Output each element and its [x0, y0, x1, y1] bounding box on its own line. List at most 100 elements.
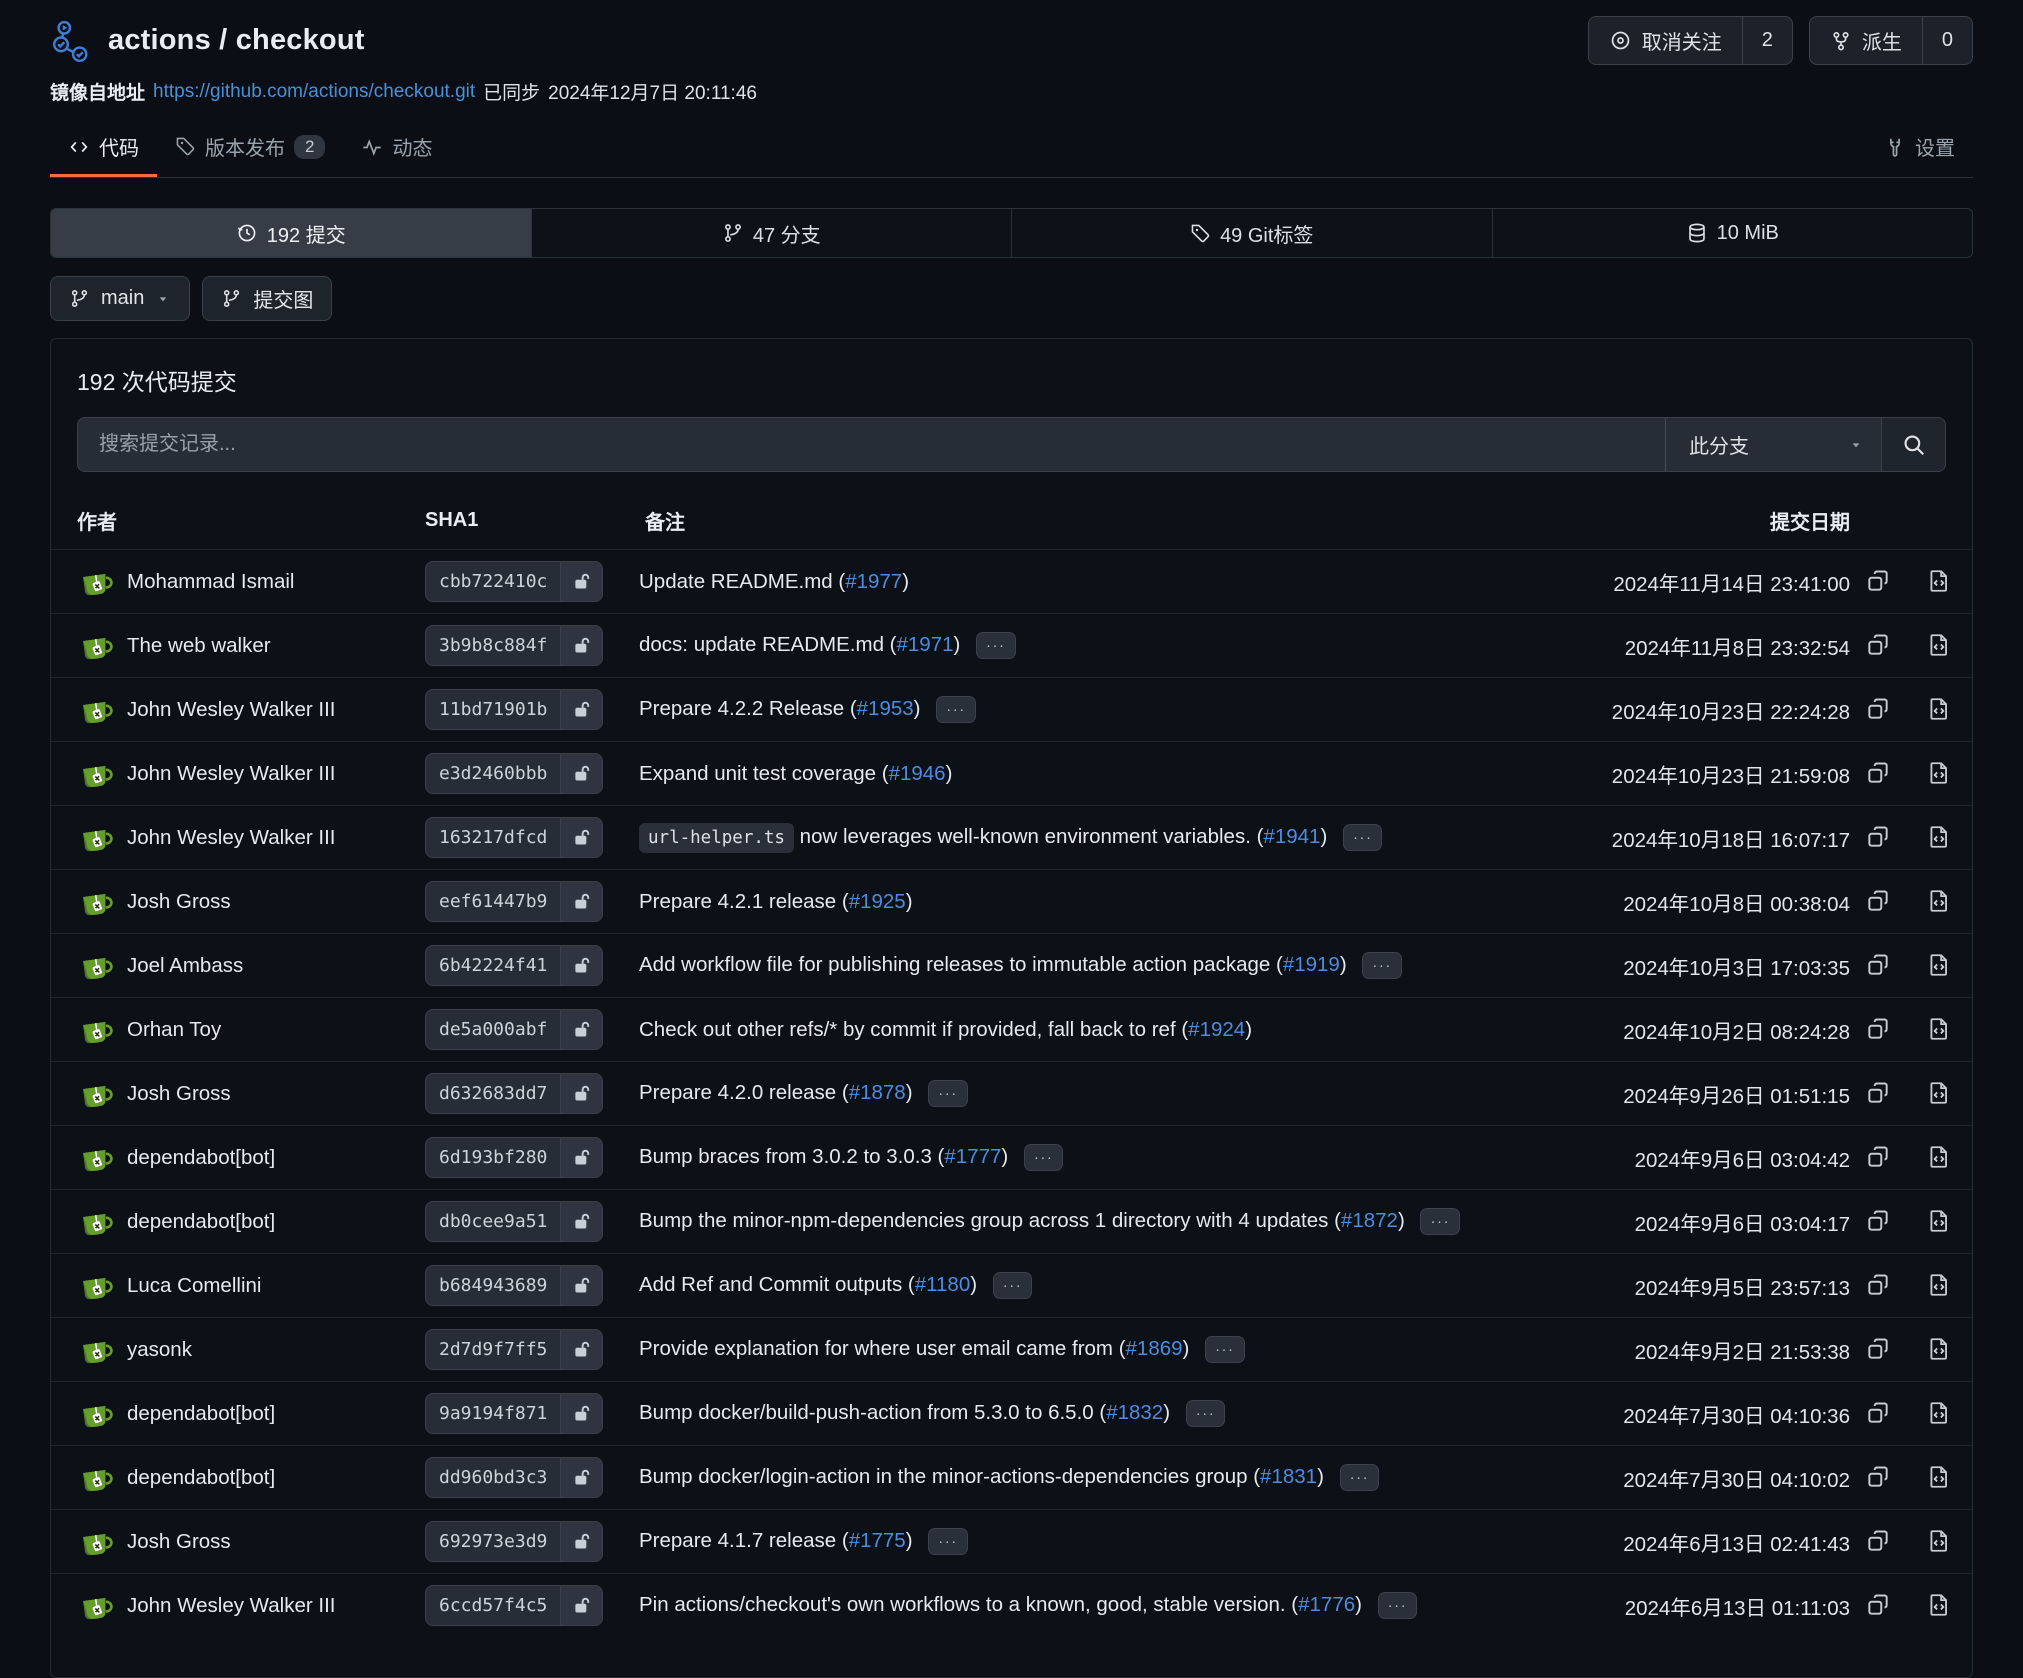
- avatar[interactable]: [77, 1203, 114, 1240]
- commit-sha[interactable]: 9a9194f871: [426, 1394, 560, 1433]
- commit-sha[interactable]: dd960bd3c3: [426, 1458, 560, 1497]
- avatar[interactable]: [77, 947, 114, 984]
- commit-sha-badge[interactable]: dd960bd3c3: [425, 1457, 603, 1498]
- copy-sha-button[interactable]: [1861, 1588, 1895, 1622]
- avatar[interactable]: [77, 1075, 114, 1112]
- copy-sha-button[interactable]: [1861, 1460, 1895, 1494]
- copy-sha-button[interactable]: [1861, 1012, 1895, 1046]
- copy-sha-button[interactable]: [1861, 1204, 1895, 1238]
- commit-more-button[interactable]: ···: [1343, 824, 1383, 851]
- browse-source-button[interactable]: [1922, 1460, 1956, 1494]
- commit-issue-link[interactable]: #1777: [944, 1145, 1001, 1168]
- avatar[interactable]: [77, 563, 114, 600]
- avatar[interactable]: [77, 883, 114, 920]
- commit-sha-badge[interactable]: db0cee9a51: [425, 1201, 603, 1242]
- copy-sha-button[interactable]: [1861, 564, 1895, 598]
- tab-releases[interactable]: 版本发布 2: [157, 119, 343, 177]
- browse-source-button[interactable]: [1922, 1140, 1956, 1174]
- commit-sha[interactable]: 163217dfcd: [426, 818, 560, 857]
- commit-issue-link[interactable]: #1872: [1341, 1209, 1398, 1232]
- commit-more-button[interactable]: ···: [1362, 952, 1402, 979]
- avatar[interactable]: [77, 1395, 114, 1432]
- commit-sha-badge[interactable]: d632683dd7: [425, 1073, 603, 1114]
- commit-sha-badge[interactable]: cbb722410c: [425, 561, 603, 602]
- commit-issue-link[interactable]: #1941: [1263, 825, 1320, 848]
- commit-issue-link[interactable]: #1776: [1298, 1593, 1355, 1616]
- copy-sha-button[interactable]: [1861, 1268, 1895, 1302]
- browse-source-button[interactable]: [1922, 1076, 1956, 1110]
- browse-source-button[interactable]: [1922, 564, 1956, 598]
- commit-more-button[interactable]: ···: [1420, 1208, 1460, 1235]
- copy-sha-button[interactable]: [1861, 1076, 1895, 1110]
- fork-button[interactable]: 派生: [1810, 17, 1922, 64]
- avatar[interactable]: [77, 1139, 114, 1176]
- commit-sha[interactable]: 6d193bf280: [426, 1138, 560, 1177]
- commit-more-button[interactable]: ···: [1186, 1400, 1226, 1427]
- browse-source-button[interactable]: [1922, 884, 1956, 918]
- tab-code[interactable]: 代码: [50, 119, 157, 177]
- commit-sha-badge[interactable]: 9a9194f871: [425, 1393, 603, 1434]
- browse-source-button[interactable]: [1922, 820, 1956, 854]
- commit-sha[interactable]: 3b9b8c884f: [426, 626, 560, 665]
- commit-issue-link[interactable]: #1946: [889, 762, 946, 785]
- commit-more-button[interactable]: ···: [928, 1528, 968, 1555]
- commit-sha[interactable]: 6b42224f41: [426, 946, 560, 985]
- forks-count[interactable]: 0: [1922, 17, 1972, 64]
- copy-sha-button[interactable]: [1861, 884, 1895, 918]
- commit-sha[interactable]: 6ccd57f4c5: [426, 1586, 560, 1625]
- copy-sha-button[interactable]: [1861, 692, 1895, 726]
- browse-source-button[interactable]: [1922, 756, 1956, 790]
- avatar[interactable]: [77, 1459, 114, 1496]
- commit-issue-link[interactable]: #1925: [849, 890, 906, 913]
- commit-graph-button[interactable]: 提交图: [202, 276, 332, 321]
- commit-sha[interactable]: e3d2460bbb: [426, 754, 560, 793]
- browse-source-button[interactable]: [1922, 628, 1956, 662]
- watchers-count[interactable]: 2: [1742, 17, 1792, 64]
- commit-issue-link[interactable]: #1831: [1260, 1465, 1317, 1488]
- copy-sha-button[interactable]: [1861, 1396, 1895, 1430]
- commit-sha-badge[interactable]: e3d2460bbb: [425, 753, 603, 794]
- stat-commits[interactable]: 192 提交: [51, 209, 531, 257]
- tab-settings[interactable]: 设置: [1866, 119, 1973, 177]
- commit-sha-badge[interactable]: 6ccd57f4c5: [425, 1585, 603, 1626]
- stat-branches[interactable]: 47 分支: [531, 209, 1012, 257]
- avatar[interactable]: [77, 1587, 114, 1624]
- commit-more-button[interactable]: ···: [1340, 1464, 1380, 1491]
- avatar[interactable]: [77, 1331, 114, 1368]
- avatar[interactable]: [77, 691, 114, 728]
- commit-more-button[interactable]: ···: [1205, 1336, 1245, 1363]
- commit-sha-badge[interactable]: de5a000abf: [425, 1009, 603, 1050]
- commit-more-button[interactable]: ···: [1024, 1144, 1064, 1171]
- search-input[interactable]: [78, 418, 1665, 471]
- commit-sha[interactable]: de5a000abf: [426, 1010, 560, 1049]
- commit-more-button[interactable]: ···: [993, 1272, 1033, 1299]
- commit-more-button[interactable]: ···: [936, 696, 976, 723]
- commit-sha[interactable]: cbb722410c: [426, 562, 560, 601]
- commit-issue-link[interactable]: #1832: [1106, 1401, 1163, 1424]
- avatar[interactable]: [77, 1011, 114, 1048]
- commit-sha[interactable]: b684943689: [426, 1266, 560, 1305]
- browse-source-button[interactable]: [1922, 1204, 1956, 1238]
- mirror-url-link[interactable]: https://github.com/actions/checkout.git: [153, 81, 475, 103]
- avatar[interactable]: [77, 1267, 114, 1304]
- commit-issue-link[interactable]: #1775: [849, 1529, 906, 1552]
- stat-tags[interactable]: 49 Git标签: [1011, 209, 1492, 257]
- commit-sha-badge[interactable]: 3b9b8c884f: [425, 625, 603, 666]
- commit-sha-badge[interactable]: 11bd71901b: [425, 689, 603, 730]
- branch-selector[interactable]: main: [50, 276, 190, 321]
- commit-issue-link[interactable]: #1919: [1283, 953, 1340, 976]
- commit-sha[interactable]: 2d7d9f7ff5: [426, 1330, 560, 1369]
- commit-sha[interactable]: eef61447b9: [426, 882, 560, 921]
- commit-sha[interactable]: 11bd71901b: [426, 690, 560, 729]
- commit-sha-badge[interactable]: b684943689: [425, 1265, 603, 1306]
- commit-more-button[interactable]: ···: [1378, 1592, 1418, 1619]
- commit-sha-badge[interactable]: 692973e3d9: [425, 1521, 603, 1562]
- commit-issue-link[interactable]: #1924: [1188, 1018, 1245, 1041]
- browse-source-button[interactable]: [1922, 1012, 1956, 1046]
- commit-issue-link[interactable]: #1971: [897, 633, 954, 656]
- commit-issue-link[interactable]: #1869: [1126, 1337, 1183, 1360]
- copy-sha-button[interactable]: [1861, 756, 1895, 790]
- avatar[interactable]: [77, 819, 114, 856]
- avatar[interactable]: [77, 1523, 114, 1560]
- commit-issue-link[interactable]: #1180: [915, 1273, 970, 1296]
